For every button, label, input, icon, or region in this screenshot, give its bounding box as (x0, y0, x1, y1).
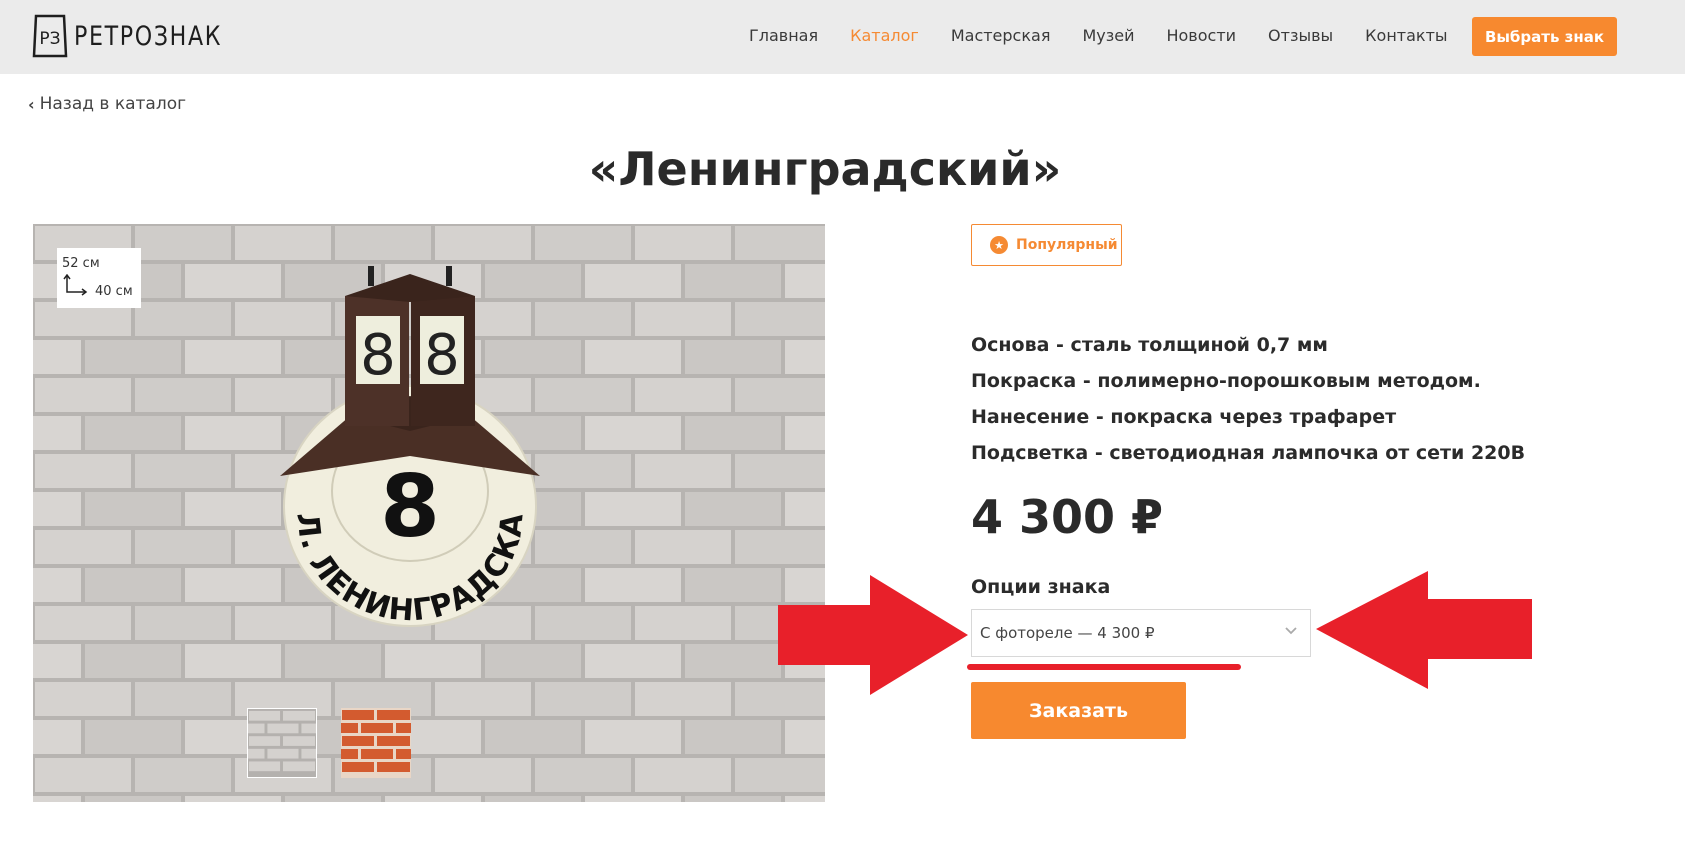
nav-workshop[interactable]: Мастерская (951, 26, 1051, 45)
popular-badge: ★ Популярный (971, 224, 1122, 266)
main-nav: Главная Каталог Мастерская Музей Новости… (749, 26, 1480, 45)
chevron-left-icon: ‹ (28, 94, 35, 114)
order-button[interactable]: Заказать (971, 682, 1186, 739)
nav-home[interactable]: Главная (749, 26, 818, 45)
svg-text:РЗ: РЗ (39, 29, 60, 49)
product-price: 4 300 ₽ (971, 490, 1164, 544)
choose-sign-button[interactable]: Выбрать знак (1472, 17, 1617, 56)
sign-options-select[interactable]: С фотореле — 4 300 ₽ (971, 609, 1311, 657)
spec-base: Основа - сталь толщиной 0,7 мм (971, 334, 1328, 356)
nav-catalog[interactable]: Каталог (850, 26, 919, 45)
star-icon: ★ (990, 236, 1008, 254)
spec-painting: Покраска - полимерно-порошковым методом. (971, 370, 1481, 392)
chevron-down-icon (1285, 627, 1297, 635)
logo[interactable]: РЗ РЕТРОЗНАК (32, 14, 255, 58)
badge-label: Популярный (1016, 237, 1118, 253)
logo-mark-icon: РЗ (32, 14, 68, 58)
height-label: 52 см (62, 256, 100, 271)
nav-reviews[interactable]: Отзывы (1268, 26, 1333, 45)
annotation-arrow-left (1316, 571, 1532, 689)
thumbnail-gray-brick[interactable] (247, 708, 317, 778)
logo-text: РЕТРОЗНАК (74, 20, 223, 52)
spec-lighting: Подсветка - светодиодная лампочка от сет… (971, 442, 1526, 464)
svg-text:8: 8 (424, 323, 460, 388)
spec-application: Нанесение - покраска через трафарет (971, 406, 1397, 428)
width-label: 40 см (95, 284, 133, 299)
site-header: РЗ РЕТРОЗНАК Главная Каталог Мастерская … (0, 0, 1685, 74)
back-to-catalog-link[interactable]: ‹ Назад в каталог (28, 94, 186, 114)
annotation-arrow-right (778, 575, 968, 695)
nav-contacts[interactable]: Контакты (1365, 26, 1447, 45)
dimensions-label: 52 см 40 см (57, 248, 141, 308)
dimensions-icon (63, 274, 88, 296)
lamp-sign-illustration: 8 УЛ. ЛЕНИНГРАДСКАЯ 8 8 (270, 266, 540, 629)
page-title: «Ленинградский» (588, 142, 1062, 196)
svg-text:8: 8 (360, 323, 396, 388)
nav-museum[interactable]: Музей (1082, 26, 1134, 45)
options-label: Опции знака (971, 576, 1111, 598)
selected-option: С фотореле — 4 300 ₽ (980, 624, 1155, 642)
annotation-underline (967, 664, 1241, 670)
svg-text:8: 8 (380, 457, 440, 557)
nav-news[interactable]: Новости (1166, 26, 1236, 45)
thumbnail-red-brick[interactable] (341, 708, 411, 778)
back-label: Назад в каталог (39, 94, 187, 114)
